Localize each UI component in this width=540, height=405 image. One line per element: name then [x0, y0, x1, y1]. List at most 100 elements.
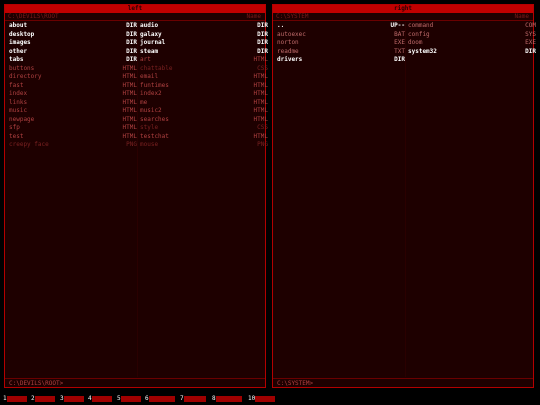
file-entry[interactable]: index2 HTML [138, 90, 268, 99]
file-entry[interactable]: audio DIR [138, 22, 268, 31]
file-type: DIR [525, 47, 536, 55]
file-entry[interactable]: desktop DIR [7, 31, 137, 40]
file-entry[interactable]: doom EXE [406, 39, 536, 48]
file-entry[interactable]: config SYS [406, 31, 536, 40]
function-key-1[interactable]: 1 [3, 395, 27, 402]
file-type: HTML [122, 107, 137, 114]
right-column-1: .. UP-- autoexec BAT norton EXE readme TXT drive… [275, 22, 405, 65]
file-entry[interactable]: galaxy DIR [138, 31, 268, 40]
file-entry[interactable]: tabs DIR [7, 56, 137, 65]
function-key-3[interactable]: 3 [60, 395, 84, 402]
file-entry[interactable]: testchat HTML [138, 133, 268, 142]
file-type: HTML [253, 98, 268, 106]
file-entry[interactable]: fast HTML [7, 82, 137, 91]
file-entry[interactable]: directory HTML [7, 73, 137, 82]
file-type: CSS [257, 124, 268, 131]
file-type: HTML [253, 132, 268, 140]
right-panel[interactable]: right C:\SYSTEM Name .. UP-- autoexec BAT no… [272, 4, 536, 388]
file-type: HTML [253, 90, 268, 97]
file-type: DIR [257, 47, 268, 55]
left-column-2: audio DIR galaxy DIR journal DIR steam DIR art HT… [138, 22, 268, 150]
file-name: index2 [140, 90, 162, 97]
file-name: chattable [140, 64, 173, 72]
file-entry[interactable]: images DIR [7, 39, 137, 48]
function-key-7[interactable]: 7 [180, 395, 206, 402]
file-name: links [9, 98, 28, 106]
function-key-label [120, 395, 141, 402]
file-entry[interactable]: music HTML [7, 107, 137, 116]
file-name: drivers [277, 56, 303, 63]
file-entry[interactable]: .. UP-- [275, 22, 405, 31]
right-panel-title: right [273, 5, 533, 13]
file-entry[interactable]: journal DIR [138, 39, 268, 48]
file-entry[interactable]: music2 HTML [138, 107, 268, 116]
file-entry[interactable]: newpage HTML [7, 116, 137, 125]
file-entry[interactable]: index HTML [7, 90, 137, 99]
file-type: HTML [122, 98, 137, 106]
file-entry[interactable]: funtimes HTML [138, 82, 268, 91]
right-column-2: command COM config SYS doom EXE system32 DIR [406, 22, 536, 56]
function-key-label [34, 395, 55, 402]
right-panel-command-line[interactable]: C:\SYSTEM> [273, 378, 533, 387]
file-entry[interactable]: creepy face PNG [7, 141, 137, 150]
function-key-10[interactable]: 10 [248, 395, 276, 402]
left-panel-title: left [5, 5, 265, 13]
file-entry[interactable]: me HTML [138, 99, 268, 108]
function-key-2[interactable]: 2 [31, 395, 55, 402]
file-name: images [9, 39, 31, 46]
file-entry[interactable]: email HTML [138, 73, 268, 82]
function-key-4[interactable]: 4 [88, 395, 112, 402]
function-key-label [183, 395, 206, 402]
file-name: testchat [140, 132, 169, 140]
left-panel-sort-label[interactable]: Name [247, 13, 261, 20]
file-name: journal [140, 39, 166, 46]
file-type: DIR [257, 30, 268, 38]
file-entry[interactable]: autoexec BAT [275, 31, 405, 40]
file-entry[interactable]: art HTML [138, 56, 268, 65]
function-key-5[interactable]: 5 [117, 395, 141, 402]
column-divider [405, 22, 406, 377]
file-name: me [140, 98, 148, 106]
file-entry[interactable]: norton EXE [275, 39, 405, 48]
function-key-6[interactable]: 6 [145, 395, 175, 402]
file-type: DIR [126, 30, 137, 38]
left-panel-header: C:\DEVILS\ROOT Name [5, 13, 265, 21]
file-type: CSS [257, 64, 268, 72]
file-entry[interactable]: mouse PNG [138, 141, 268, 150]
file-entry[interactable]: steam DIR [138, 48, 268, 57]
file-entry[interactable]: other DIR [7, 48, 137, 57]
file-entry[interactable]: sfp HTML [7, 124, 137, 133]
file-name: mouse [140, 141, 159, 148]
function-key-label [148, 395, 175, 402]
file-entry[interactable]: readme TXT [275, 48, 405, 57]
file-name: email [140, 73, 159, 80]
file-name: galaxy [140, 30, 162, 38]
file-type: BAT [394, 30, 405, 38]
function-key-label [6, 395, 27, 402]
file-entry[interactable]: command COM [406, 22, 536, 31]
function-key-8[interactable]: 8 [212, 395, 242, 402]
function-key-bar: 1 2 3 4 5 6 7 8 10 [3, 395, 537, 402]
file-type: HTML [122, 90, 137, 97]
file-entry[interactable]: chattable CSS [138, 65, 268, 74]
file-name: art [140, 56, 151, 63]
file-entry[interactable]: buttons HTML [7, 65, 137, 74]
file-entry[interactable]: system32 DIR [406, 48, 536, 57]
file-name: style [140, 124, 159, 131]
file-entry[interactable]: style CSS [138, 124, 268, 133]
file-name: steam [140, 47, 159, 55]
file-name: funtimes [140, 81, 169, 89]
left-panel[interactable]: left C:\DEVILS\ROOT Name about DIR desktop… [4, 4, 268, 388]
file-entry[interactable]: links HTML [7, 99, 137, 108]
file-type: HTML [253, 56, 268, 63]
file-entry[interactable]: about DIR [7, 22, 137, 31]
file-name: norton [277, 39, 299, 46]
file-entry[interactable]: drivers DIR [275, 56, 405, 65]
file-name: buttons [9, 64, 35, 72]
left-panel-path: C:\DEVILS\ROOT [8, 13, 59, 20]
file-entry[interactable]: searches HTML [138, 116, 268, 125]
file-entry[interactable]: test HTML [7, 133, 137, 142]
left-panel-command-line[interactable]: C:\DEVILS\ROOT> [5, 378, 265, 387]
file-name: index [9, 90, 28, 97]
right-panel-sort-label[interactable]: Name [515, 13, 529, 20]
